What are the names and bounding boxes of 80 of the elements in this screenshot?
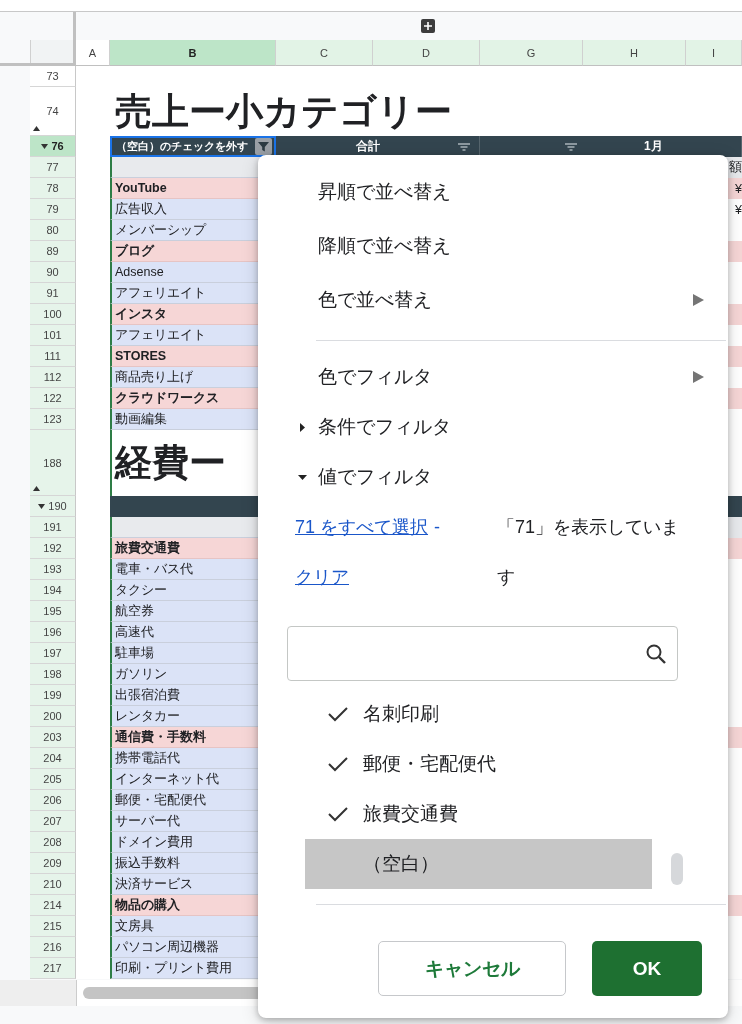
row-number[interactable]: 199 xyxy=(30,685,76,706)
row-number[interactable]: 216 xyxy=(30,937,76,958)
column-header[interactable]: H xyxy=(583,40,686,66)
option-label: 旅費交通費 xyxy=(363,802,458,826)
row-number[interactable]: 217 xyxy=(30,958,76,979)
row-number[interactable]: 76 xyxy=(30,136,76,157)
option-label: 名刺印刷 xyxy=(363,702,439,726)
row-number[interactable]: 209 xyxy=(30,853,76,874)
submenu-arrow-icon xyxy=(693,294,704,306)
row-number[interactable]: 207 xyxy=(30,811,76,832)
row-number[interactable]: 112 xyxy=(30,367,76,388)
row-number[interactable]: 203 xyxy=(30,727,76,748)
value-option[interactable]: （空白） xyxy=(305,839,652,889)
expand-arrow-icon[interactable] xyxy=(38,503,46,509)
table-cell: ¥ xyxy=(735,181,742,196)
row-number[interactable]: 122 xyxy=(30,388,76,409)
value-option[interactable]: 旅費交通費 xyxy=(305,789,652,839)
column-header[interactable]: G xyxy=(480,40,583,66)
collapse-arrow-icon[interactable] xyxy=(298,423,307,432)
value-option[interactable]: 名刺印刷 xyxy=(305,689,652,739)
column-header[interactable]: C xyxy=(276,40,373,66)
row-number[interactable]: 111 xyxy=(30,346,76,367)
row-number[interactable]: 123 xyxy=(30,409,76,430)
scrollbar-thumb[interactable] xyxy=(671,853,683,885)
column-header[interactable]: B xyxy=(110,40,276,66)
row-number[interactable]: 74 xyxy=(30,87,76,136)
row-number[interactable]: 210 xyxy=(30,874,76,895)
row-number[interactable]: 78 xyxy=(30,178,76,199)
funnel-icon[interactable] xyxy=(255,138,272,155)
row-number[interactable]: 208 xyxy=(30,832,76,853)
header-cell[interactable]: （空白）のチェックを外す xyxy=(110,136,276,157)
row-number[interactable]: 200 xyxy=(30,706,76,727)
table-cell: 額 xyxy=(729,159,742,176)
search-icon[interactable] xyxy=(645,642,667,665)
row-number[interactable]: 204 xyxy=(30,748,76,769)
row-number[interactable]: 195 xyxy=(30,601,76,622)
status-text: 「71」を表示しています xyxy=(497,516,681,589)
row-number[interactable]: 194 xyxy=(30,580,76,601)
row-number[interactable]: 205 xyxy=(30,769,76,790)
filter-icon[interactable] xyxy=(457,141,471,152)
column-header[interactable]: D xyxy=(373,40,480,66)
filter-icon[interactable] xyxy=(564,141,578,152)
submenu-arrow-icon xyxy=(693,371,704,383)
option-label: 郵便・宅配便代 xyxy=(363,752,496,776)
column-header[interactable]: I xyxy=(686,40,742,66)
select-all-link[interactable]: 71 をすべて選択 xyxy=(295,515,429,539)
option-label: （空白） xyxy=(363,852,439,876)
column-header[interactable]: A xyxy=(76,40,110,66)
row-number[interactable]: 101 xyxy=(30,325,76,346)
row-number[interactable]: 73 xyxy=(30,66,76,87)
row-number[interactable]: 206 xyxy=(30,790,76,811)
row-number[interactable]: 196 xyxy=(30,622,76,643)
table-cell: ¥ xyxy=(735,202,742,217)
row-number[interactable]: 79 xyxy=(30,199,76,220)
expand-arrow-icon[interactable] xyxy=(41,143,49,149)
row-number[interactable]: 198 xyxy=(30,664,76,685)
expand-arrow-icon[interactable] xyxy=(298,473,307,482)
row-number[interactable]: 214 xyxy=(30,895,76,916)
ok-button[interactable]: OK xyxy=(592,941,702,996)
separator-text: - xyxy=(434,516,441,538)
collapse-arrow-icon[interactable] xyxy=(33,486,40,491)
row-number[interactable]: 192 xyxy=(30,538,76,559)
row-number[interactable]: 193 xyxy=(30,559,76,580)
row-number[interactable]: 197 xyxy=(30,643,76,664)
row-number[interactable]: 89 xyxy=(30,241,76,262)
search-field[interactable] xyxy=(287,626,678,681)
cancel-button[interactable]: キャンセル xyxy=(378,941,566,996)
row-number[interactable]: 215 xyxy=(30,916,76,937)
clear-link[interactable]: クリア xyxy=(295,565,349,589)
row-number[interactable]: 80 xyxy=(30,220,76,241)
collapse-arrow-icon[interactable] xyxy=(33,126,40,131)
add-icon[interactable] xyxy=(421,19,435,33)
row-number[interactable]: 91 xyxy=(30,283,76,304)
row-number[interactable]: 190 xyxy=(30,496,76,517)
value-option[interactable]: 郵便・宅配便代 xyxy=(305,739,652,789)
row-number[interactable]: 188 xyxy=(30,430,76,496)
row-number[interactable]: 77 xyxy=(30,157,76,178)
row-number[interactable]: 90 xyxy=(30,262,76,283)
row-number[interactable]: 100 xyxy=(30,304,76,325)
row-number[interactable]: 191 xyxy=(30,517,76,538)
